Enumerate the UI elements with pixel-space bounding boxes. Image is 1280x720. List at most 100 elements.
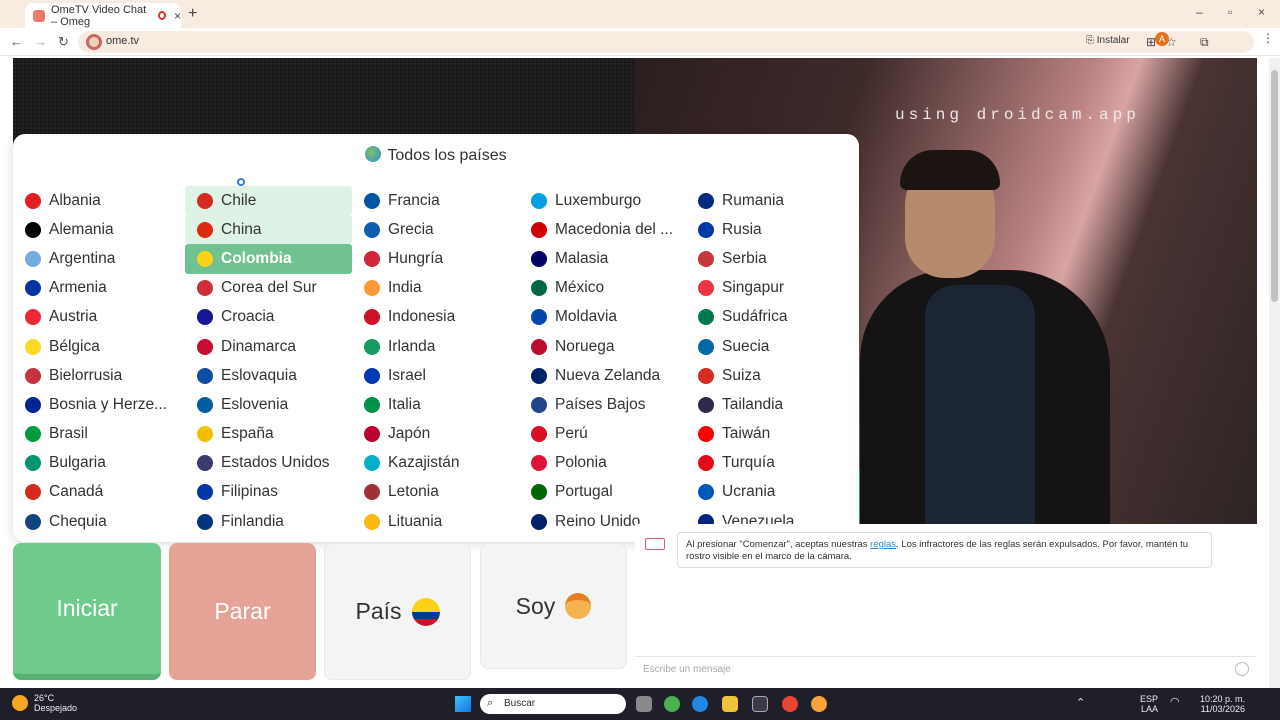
search-icon: ⌕ <box>487 697 494 709</box>
country-option[interactable]: Indonesia <box>352 303 519 332</box>
country-option[interactable]: Francia <box>352 186 519 215</box>
extensions-icon[interactable]: ⧉ <box>1200 35 1209 50</box>
minimize-button[interactable]: – <box>1196 5 1203 19</box>
profile-avatar[interactable]: A <box>1155 32 1169 46</box>
country-option[interactable]: Lituania <box>352 507 519 536</box>
country-option[interactable]: Perú <box>519 420 686 449</box>
country-option[interactable]: Albania <box>13 186 180 215</box>
rules-link[interactable]: reglas <box>870 539 896 550</box>
app-icon[interactable] <box>752 696 768 712</box>
country-option[interactable]: Polonia <box>519 449 686 478</box>
maximize-button[interactable]: ▫ <box>1228 5 1232 19</box>
tray-chevron-icon[interactable]: ⌃ <box>1076 698 1085 709</box>
forward-icon[interactable]: → <box>34 34 47 49</box>
country-option[interactable]: Finlandia <box>185 507 352 536</box>
country-option[interactable]: Canadá <box>13 478 180 507</box>
country-option[interactable]: Bielorrusia <box>13 361 180 390</box>
country-option[interactable]: Bosnia y Herze... <box>13 390 180 419</box>
chrome-profile-icon[interactable] <box>782 696 798 712</box>
clock[interactable]: 10:20 p. m. 11/03/2026 <box>1200 694 1245 714</box>
weather-text: Despejado <box>34 703 78 713</box>
country-option[interactable]: Italia <box>352 390 519 419</box>
menu-dots-icon[interactable]: ⋮ <box>1262 31 1274 45</box>
country-option[interactable]: Armenia <box>13 274 180 303</box>
country-button[interactable]: País <box>324 543 471 680</box>
country-option[interactable]: Malasia <box>519 244 686 273</box>
install-button[interactable]: ⎘ Instalar <box>1086 35 1130 46</box>
weather-widget[interactable]: 26°C Despejado <box>12 693 77 713</box>
country-option[interactable]: Rumania <box>686 186 853 215</box>
country-option[interactable]: Bulgaria <box>13 449 180 478</box>
country-option[interactable]: Nueva Zelanda <box>519 361 686 390</box>
country-option[interactable]: Eslovenia <box>185 390 352 419</box>
page-scrollbar[interactable] <box>1269 58 1280 688</box>
country-flag-icon <box>698 367 714 384</box>
country-option[interactable]: Grecia <box>352 215 519 244</box>
country-option[interactable]: Israel <box>352 361 519 390</box>
country-option[interactable]: México <box>519 274 686 303</box>
country-option[interactable]: Corea del Sur <box>185 274 352 303</box>
country-option[interactable]: Taiwán <box>686 420 853 449</box>
all-countries-option[interactable]: Todos los países <box>13 146 859 165</box>
country-option[interactable]: Noruega <box>519 332 686 361</box>
country-option[interactable]: Dinamarca <box>185 332 352 361</box>
start-button[interactable]: Iniciar <box>13 543 161 680</box>
windows-start-icon[interactable] <box>455 696 471 712</box>
country-option[interactable]: Chequia <box>13 507 180 536</box>
country-option[interactable]: Croacia <box>185 303 352 332</box>
back-icon[interactable]: ← <box>10 34 23 49</box>
country-option[interactable]: Chile <box>185 186 352 216</box>
country-option[interactable]: Serbia <box>686 244 853 273</box>
country-option[interactable]: Irlanda <box>352 332 519 361</box>
country-option[interactable]: Turquía <box>686 449 853 478</box>
country-option[interactable]: Ucrania <box>686 478 853 507</box>
message-input[interactable]: Escribe un mensaje <box>635 656 1257 680</box>
country-option[interactable]: Rusia <box>686 215 853 244</box>
country-option[interactable]: Suiza <box>686 361 853 390</box>
gender-label: Soy <box>515 592 556 619</box>
country-option[interactable]: Suecia <box>686 332 853 361</box>
emoji-icon[interactable] <box>1235 662 1249 676</box>
gender-button[interactable]: Soy <box>480 543 627 669</box>
country-option[interactable]: Letonia <box>352 478 519 507</box>
country-option[interactable]: Portugal <box>519 478 686 507</box>
country-option[interactable]: Alemania <box>13 215 180 244</box>
country-option[interactable]: Singapur <box>686 274 853 303</box>
country-option[interactable]: Argentina <box>13 244 180 273</box>
tab-close-button[interactable]: × <box>174 9 181 23</box>
chrome-icon[interactable] <box>664 696 680 712</box>
country-option[interactable]: Brasil <box>13 420 180 449</box>
tab-ometv[interactable]: OmeTV Video Chat – Omeg × <box>25 3 181 28</box>
reload-icon[interactable]: ↻ <box>58 34 69 50</box>
country-option[interactable]: Bélgica <box>13 332 180 361</box>
country-option[interactable]: Luxemburgo <box>519 186 686 215</box>
country-option[interactable]: España <box>185 420 352 449</box>
file-explorer-icon[interactable] <box>722 696 738 712</box>
country-option[interactable]: Austria <box>13 303 180 332</box>
wifi-icon[interactable]: ◠ <box>1170 697 1180 708</box>
country-option[interactable]: Hungría <box>352 244 519 273</box>
new-tab-button[interactable]: + <box>188 5 197 23</box>
country-option[interactable]: Estados Unidos <box>185 449 352 478</box>
country-option[interactable]: Colombia <box>185 244 352 274</box>
url-field[interactable]: ome.tv ⎘ Instalar ⊞ ☆ ⧉ <box>78 31 1254 53</box>
country-option[interactable]: Japón <box>352 420 519 449</box>
edge-icon[interactable] <box>692 696 708 712</box>
country-option[interactable]: Sudáfrica <box>686 303 853 332</box>
country-option[interactable]: Países Bajos <box>519 390 686 419</box>
country-option[interactable]: Kazajistán <box>352 449 519 478</box>
close-window-button[interactable]: × <box>1258 5 1265 19</box>
taskbar-search[interactable]: ⌕ Buscar <box>480 694 626 714</box>
country-option[interactable]: China <box>185 215 352 245</box>
language-indicator[interactable]: ESP LAA <box>1140 694 1158 714</box>
country-option[interactable]: Filipinas <box>185 478 352 507</box>
task-view-icon[interactable] <box>636 696 652 712</box>
country-option[interactable]: Moldavia <box>519 303 686 332</box>
stop-button[interactable]: Parar <box>169 543 316 680</box>
country-option[interactable]: Macedonia del ... <box>519 215 686 244</box>
country-option[interactable]: Eslovaquia <box>185 361 352 390</box>
country-option[interactable]: Tailandia <box>686 390 853 419</box>
scrollbar-thumb[interactable] <box>1271 70 1278 302</box>
chrome-active-icon[interactable] <box>811 696 827 712</box>
country-option[interactable]: India <box>352 274 519 303</box>
